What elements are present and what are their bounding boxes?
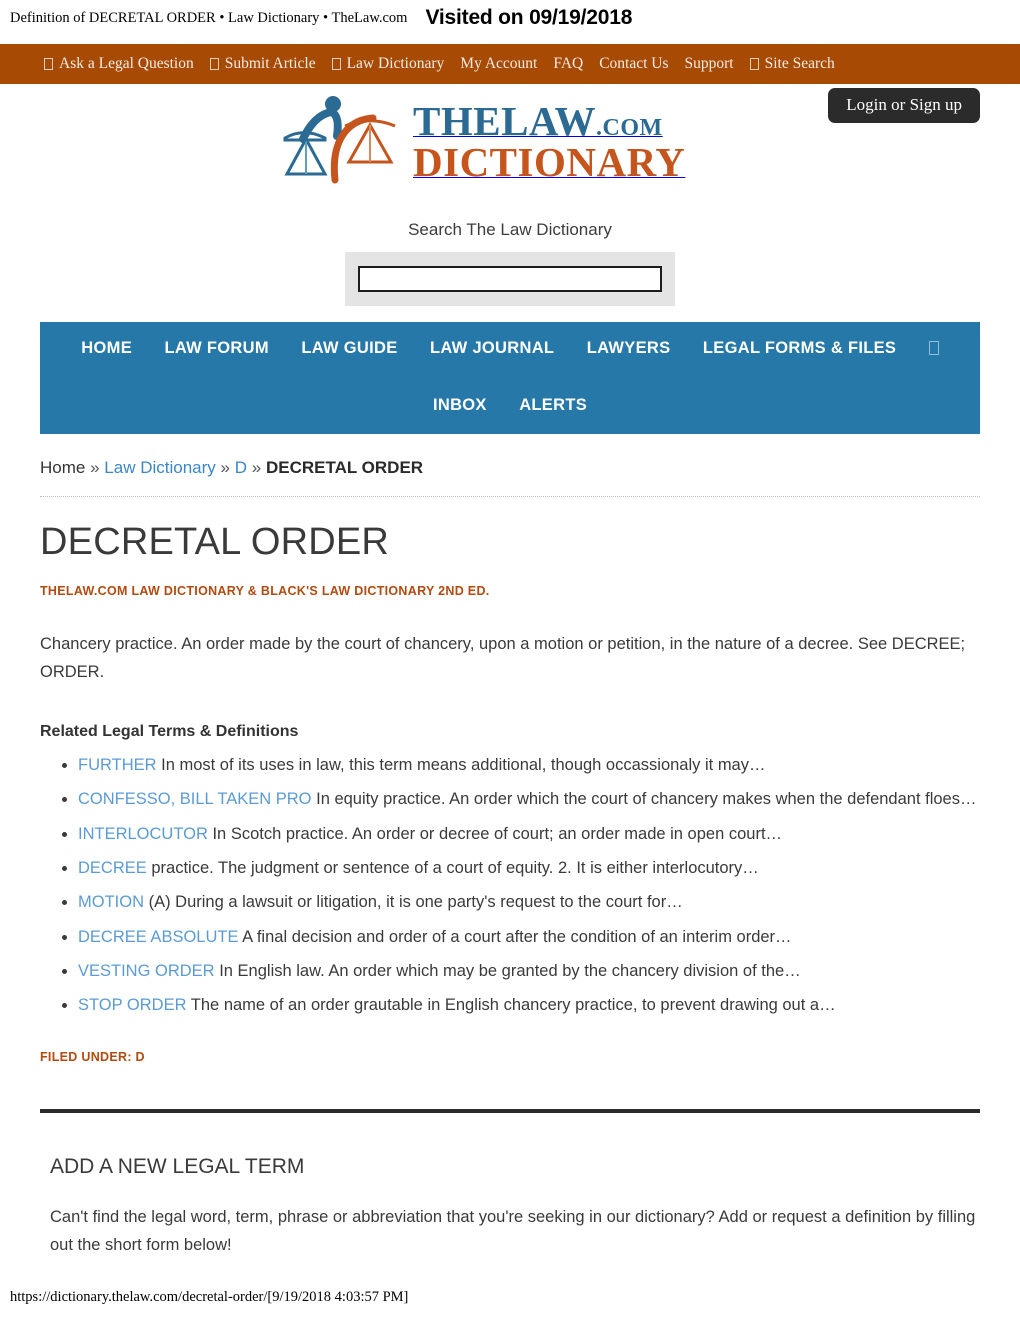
search-box-container — [345, 252, 675, 306]
nav-item-home[interactable]: HOME — [81, 340, 132, 357]
main-content: Home » Law Dictionary » D » DECRETAL ORD… — [0, 458, 1020, 1260]
topbar-item-submit-article[interactable]: Submit Article — [209, 55, 316, 73]
related-term-snippet: A final decision and order of a court af… — [242, 927, 792, 946]
topbar-item-faq[interactable]: FAQ — [553, 55, 583, 73]
breadcrumb-link-letter-d[interactable]: D — [235, 458, 247, 477]
nav-item-inbox[interactable]: INBOX — [433, 397, 487, 414]
missing-glyph-icon — [44, 58, 53, 70]
main-navigation: HOME LAW FORUM LAW GUIDE LAW JOURNAL LAW… — [40, 322, 980, 434]
nav-item-lawyers[interactable]: LAWYERS — [587, 340, 671, 357]
related-term-link[interactable]: INTERLOCUTOR — [78, 825, 208, 843]
search-label: Search The Law Dictionary — [408, 220, 612, 239]
missing-glyph-icon — [209, 58, 219, 70]
related-term-link[interactable]: MOTION — [78, 893, 144, 911]
logo-wordmark: THELAW.COM DICTIONARY — [413, 97, 745, 183]
logo-line-thelaw: THELAW.COM — [413, 98, 663, 144]
add-term-description: Can't find the legal word, term, phrase … — [50, 1207, 976, 1255]
list-item: STOP ORDER The name of an order grautabl… — [78, 991, 980, 1019]
nav-item-law-guide[interactable]: LAW GUIDE — [301, 340, 397, 357]
nav-item-legal-forms-and-files[interactable]: LEGAL FORMS & FILES — [703, 340, 896, 357]
related-term-snippet: In equity practice. An order which the c… — [316, 790, 977, 809]
breadcrumb-separator: » — [90, 458, 100, 477]
list-item: DECREE practice. The judgment or sentenc… — [78, 854, 980, 882]
breadcrumb-separator: » — [220, 458, 230, 477]
breadcrumb-separator: » — [251, 458, 262, 477]
main-nav-row-primary: HOME LAW FORUM LAW GUIDE LAW JOURNAL LAW… — [40, 340, 980, 357]
related-terms-heading: Related Legal Terms & Definitions — [40, 722, 299, 740]
topbar-item-label: My Account — [460, 55, 538, 72]
filed-under-label: FILED UNDER: D — [40, 1049, 145, 1064]
logo-line-dictionary: DICTIONARY — [413, 139, 686, 185]
utility-navbar: Ask a Legal Question Submit Article Law … — [0, 44, 1020, 84]
list-item: VESTING ORDER In English law. An order w… — [78, 957, 980, 985]
related-term-snippet: The name of an order grautable in Englis… — [190, 996, 836, 1015]
search-section: Search The Law Dictionary — [0, 194, 1020, 306]
nav-item-law-forum[interactable]: LAW FORUM — [164, 340, 268, 357]
related-terms-list: FURTHER In most of its uses in law, this… — [40, 751, 980, 1020]
topbar-item-ask-a-legal-question[interactable]: Ask a Legal Question — [44, 55, 194, 73]
breadcrumb-current: DECRETAL ORDER — [265, 458, 424, 477]
topbar-item-label: Contact Us — [599, 55, 669, 72]
missing-glyph-icon — [331, 58, 341, 70]
missing-glyph-icon — [749, 58, 759, 70]
topbar-item-label: Submit Article — [224, 55, 316, 72]
related-term-snippet: practice. The judgment or sentence of a … — [151, 858, 759, 877]
list-item: INTERLOCUTOR In Scotch practice. An orde… — [78, 820, 980, 848]
nav-item-law-journal[interactable]: LAW JOURNAL — [430, 340, 554, 357]
topbar-item-my-account[interactable]: My Account — [460, 55, 537, 73]
topbar-item-label: Site Search — [764, 55, 835, 72]
topbar-item-label: FAQ — [553, 55, 584, 72]
topbar-item-site-search[interactable]: Site Search — [749, 55, 835, 73]
related-term-snippet: In English law. An order which may be gr… — [219, 962, 801, 980]
list-item: FURTHER In most of its uses in law, this… — [78, 751, 980, 779]
missing-glyph-icon — [928, 341, 939, 355]
definition-text: Chancery practice. An order made by the … — [40, 635, 966, 682]
topbar-item-contact-us[interactable]: Contact Us — [599, 55, 668, 73]
list-item: DECREE ABSOLUTE A final decision and ord… — [78, 923, 980, 951]
document-title: Definition of DECRETAL ORDER • Law Dicti… — [10, 9, 408, 26]
visited-date: Visited on 09/19/2018 — [425, 6, 633, 29]
scales-of-justice-logo-icon — [283, 96, 396, 184]
related-term-snippet: In Scotch practice. An order or decree o… — [212, 824, 783, 843]
entry-source-label: THELAW.COM LAW DICTIONARY & BLACK'S LAW … — [40, 584, 490, 598]
list-item: MOTION (A) During a lawsuit or litigatio… — [78, 888, 980, 916]
logo-band: THELAW.COM DICTIONARY — [0, 84, 1020, 194]
topbar-item-law-dictionary[interactable]: Law Dictionary — [331, 55, 445, 73]
print-header: Definition of DECRETAL ORDER • Law Dicti… — [0, 0, 1020, 36]
related-term-snippet: (A) During a lawsuit or litigation, it i… — [148, 893, 683, 912]
section-divider — [40, 1108, 980, 1113]
related-term-link[interactable]: VESTING ORDER — [78, 962, 215, 980]
related-term-link[interactable]: DECREE ABSOLUTE — [78, 928, 238, 946]
related-term-link[interactable]: DECREE — [78, 859, 147, 877]
related-term-snippet: In most of its uses in law, this term me… — [161, 755, 766, 774]
related-term-link[interactable]: FURTHER — [78, 756, 157, 774]
nav-item-alerts[interactable]: ALERTS — [519, 397, 587, 414]
add-term-heading: ADD A NEW LEGAL TERM — [50, 1154, 305, 1178]
breadcrumb-link-home[interactable]: Home — [40, 458, 85, 477]
topbar-item-label: Support — [684, 55, 734, 72]
list-item: CONFESSO, BILL TAKEN PRO In equity pract… — [78, 785, 980, 813]
main-nav-row-secondary: INBOX ALERTS — [40, 397, 980, 414]
topbar-item-label: Law Dictionary — [346, 55, 445, 72]
breadcrumb-link-law-dictionary[interactable]: Law Dictionary — [104, 458, 216, 477]
print-footer-url: https://dictionary.thelaw.com/decretal-o… — [10, 1289, 409, 1305]
page-body: Ask a Legal Question Submit Article Law … — [0, 44, 1020, 1260]
page-title: DECRETAL ORDER — [40, 521, 390, 563]
breadcrumb: Home » Law Dictionary » D » DECRETAL ORD… — [40, 458, 980, 497]
site-logo[interactable]: THELAW.COM DICTIONARY — [275, 90, 745, 190]
related-term-link[interactable]: STOP ORDER — [78, 996, 187, 1014]
topbar-item-support[interactable]: Support — [685, 55, 734, 73]
related-term-link[interactable]: CONFESSO, BILL TAKEN PRO — [78, 790, 312, 808]
search-input[interactable] — [358, 266, 662, 292]
topbar-item-label: Ask a Legal Question — [59, 55, 194, 72]
